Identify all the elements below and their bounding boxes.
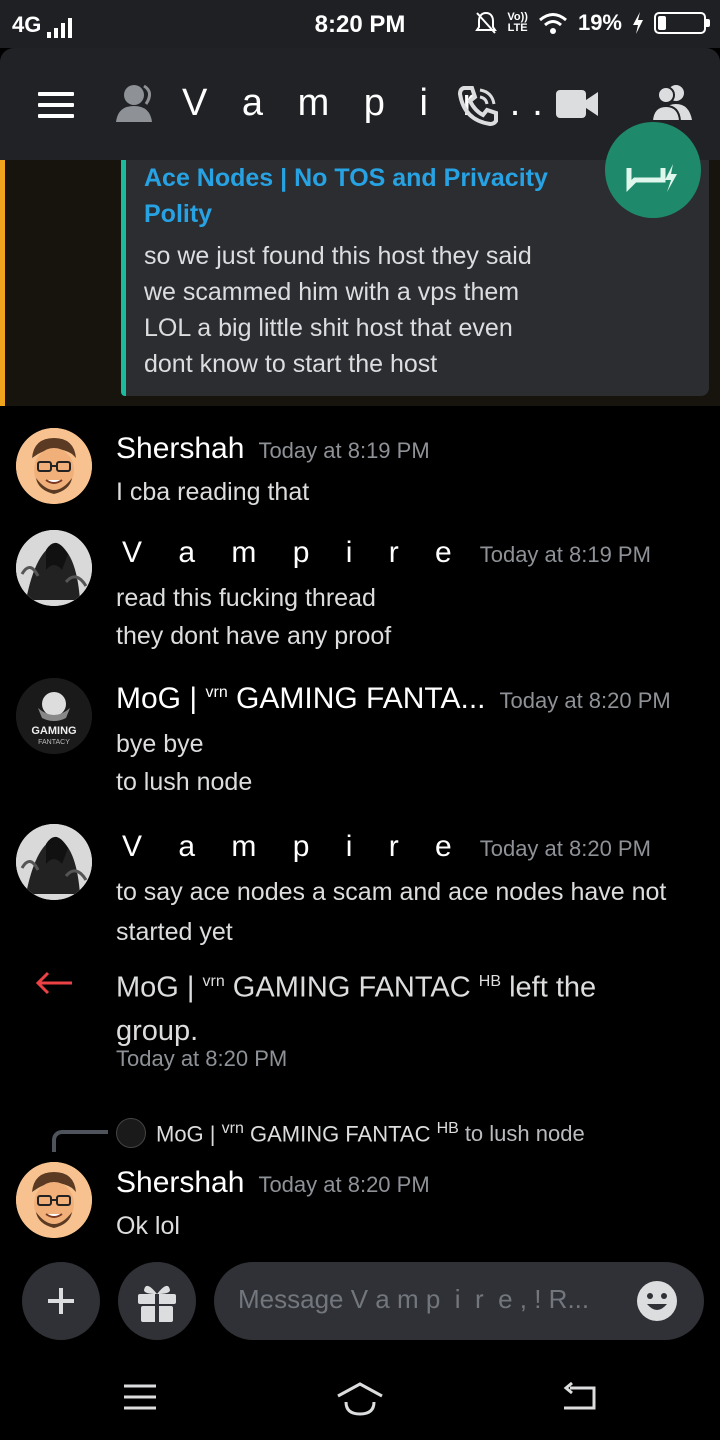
embed-thumbnail	[605, 122, 701, 218]
channel-title: V a m p i r ...	[182, 82, 578, 124]
message-text: I cba reading that	[116, 478, 310, 506]
embed-description: so we just found this host they said we …	[144, 242, 532, 378]
message-header: Shershah Today at 8:20 PM	[116, 1166, 430, 1200]
username[interactable]: V a m p i r e	[116, 830, 466, 864]
link-embed[interactable]: Ace Nodes | No TOS and Privacity Polity …	[121, 122, 709, 396]
avatar[interactable]	[16, 824, 92, 900]
message-composer[interactable]	[214, 1262, 704, 1340]
hamburger-icon[interactable]	[38, 92, 74, 118]
system-message-text: MoG | vrn GAMING FANTAC HB left the grou…	[116, 971, 597, 1047]
avatar[interactable]	[16, 530, 92, 606]
username[interactable]: Shershah	[116, 432, 244, 466]
username[interactable]: MoG | vrn GAMING FANTA...	[116, 682, 486, 716]
arrow-left-icon	[35, 971, 72, 995]
plus-icon	[48, 1288, 74, 1314]
thread-icon	[626, 164, 677, 193]
gift-button[interactable]	[118, 1262, 196, 1340]
avatar[interactable]	[16, 428, 92, 504]
message-text: started yet	[116, 918, 233, 946]
silent-bell-icon	[475, 11, 498, 34]
system-nav-bar	[0, 1360, 720, 1440]
reply-avatar	[116, 1118, 146, 1148]
video-camera-icon[interactable]	[556, 88, 598, 120]
emoji-icon[interactable]	[636, 1280, 678, 1322]
status-icons: Vo)) LTE 19%	[475, 10, 710, 36]
message-header: V a m p i r e Today at 8:20 PM	[116, 830, 651, 864]
message-text: bye bye	[116, 730, 204, 758]
message-text: read this fucking thread	[116, 584, 376, 612]
message-text: Ok lol	[116, 1212, 180, 1240]
message-header: MoG | vrn GAMING FANTA... Today at 8:20 …	[116, 682, 671, 716]
reply-reference[interactable]: MoG | vrn GAMING FANTAC HB to lush node	[0, 1116, 720, 1152]
reply-spine	[52, 1130, 108, 1152]
volte-indicator: Vo)) LTE	[507, 11, 528, 34]
timestamp: Today at 8:20 PM	[258, 1172, 430, 1197]
timestamp: Today at 8:19 PM	[258, 438, 430, 463]
username[interactable]: Shershah	[116, 1166, 244, 1200]
battery-fill	[658, 16, 666, 30]
embed-title[interactable]: Ace Nodes | No TOS and Privacity Polity	[144, 160, 564, 232]
phone-call-icon[interactable]	[458, 84, 500, 126]
message-header: V a m p i r e Today at 8:19 PM	[116, 536, 651, 570]
battery-icon	[654, 12, 710, 34]
highlighted-message: Ace Nodes | No TOS and Privacity Polity …	[0, 122, 720, 406]
avatar-text: GAMING	[31, 725, 76, 737]
members-icon[interactable]	[652, 84, 694, 122]
reply-text[interactable]: MoG | vrn GAMING FANTAC HB to lush node	[156, 1120, 585, 1147]
status-bar: 4G 8:20 PM Vo)) LTE 19%	[0, 0, 720, 48]
avatar[interactable]	[16, 1162, 92, 1238]
home-icon[interactable]	[336, 1382, 384, 1416]
charging-icon	[633, 12, 643, 34]
timestamp: Today at 8:19 PM	[479, 542, 651, 567]
wifi-icon	[538, 13, 567, 34]
message-text: to say ace nodes a scam and ace nodes ha…	[116, 878, 667, 906]
timestamp: Today at 8:20 PM	[479, 836, 651, 861]
message-header: Shershah Today at 8:19 PM	[116, 432, 430, 466]
recents-menu-icon[interactable]	[122, 1382, 158, 1412]
battery-percent: 19%	[577, 10, 622, 35]
timestamp: Today at 8:20 PM	[499, 688, 671, 713]
back-icon[interactable]	[560, 1382, 598, 1414]
gift-icon	[138, 1285, 176, 1322]
message-text: they dont have any proof	[116, 622, 392, 650]
user-icon	[116, 84, 152, 122]
avatar-text: FANTACY	[38, 739, 70, 746]
message-text: to lush node	[116, 768, 253, 796]
message-input[interactable]	[238, 1284, 618, 1315]
username[interactable]: V a m p i r e	[116, 536, 466, 570]
timestamp: Today at 8:20 PM	[116, 1046, 288, 1071]
add-attachment-button[interactable]	[22, 1262, 100, 1340]
avatar[interactable]: GAMING FANTACY	[16, 678, 92, 754]
